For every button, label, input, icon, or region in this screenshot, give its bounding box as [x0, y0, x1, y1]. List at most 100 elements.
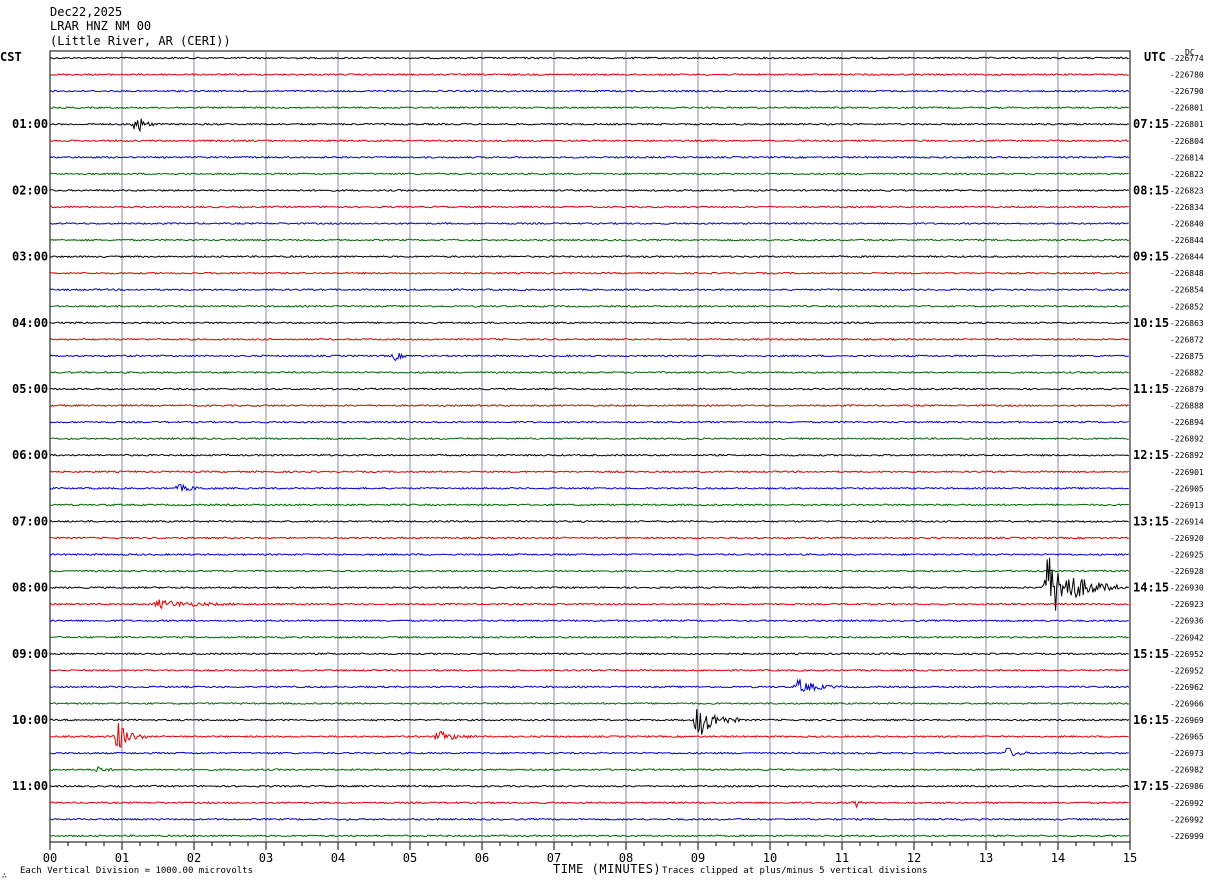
- dc-offset-label: -226822: [1170, 170, 1204, 179]
- trace-row: [49, 723, 1129, 748]
- dc-offset-label: -226999: [1170, 832, 1204, 841]
- dc-offset-label: -226965: [1170, 733, 1204, 742]
- right-hour-label: 16:15: [1133, 713, 1169, 727]
- dc-offset-label: -226844: [1170, 236, 1204, 245]
- x-tick-label: 09: [691, 851, 705, 865]
- x-tick-label: 13: [979, 851, 993, 865]
- trace-row: [49, 304, 1130, 308]
- x-tick-label: 14: [1051, 851, 1065, 865]
- trace-row: [49, 784, 1130, 788]
- dc-offset-label: -226966: [1170, 699, 1204, 708]
- trace-row: [49, 337, 1129, 341]
- trace-row: [49, 56, 1129, 60]
- dc-offset-label: -226936: [1170, 617, 1204, 626]
- clip-note: Traces clipped at plus/minus 5 vertical …: [662, 866, 928, 876]
- x-tick-label: 00: [43, 851, 57, 865]
- trace-row: [49, 619, 1129, 623]
- trace-row: [49, 678, 1130, 693]
- left-hour-label: 09:00: [12, 647, 48, 661]
- dc-offset-label: -226962: [1170, 683, 1204, 692]
- dc-offset-label: -226992: [1170, 815, 1204, 824]
- trace-row: [49, 557, 1129, 611]
- trace-row: [49, 221, 1129, 226]
- x-tick-label: 03: [259, 851, 273, 865]
- dc-offset-label: -226840: [1170, 220, 1204, 229]
- trace-row: [49, 370, 1129, 374]
- dc-offset-label: -226982: [1170, 766, 1204, 775]
- trace-row: [49, 139, 1129, 143]
- trace-row: [49, 747, 1129, 757]
- dc-offset-label: -226925: [1170, 551, 1204, 560]
- trace-row: [49, 503, 1129, 507]
- x-tick-label: 10: [763, 851, 777, 865]
- dc-offset-label: -226905: [1170, 484, 1204, 493]
- left-hour-label: 10:00: [12, 713, 48, 727]
- x-axis-label: TIME (MINUTES): [553, 862, 662, 876]
- dc-offset-label: -226804: [1170, 137, 1204, 146]
- dc-offset-label: -226854: [1170, 286, 1204, 295]
- x-tick-label: 11: [835, 851, 849, 865]
- trace-row: [49, 599, 1129, 610]
- trace-row: [49, 552, 1130, 557]
- dc-offset-label: -226844: [1170, 253, 1204, 262]
- dc-offset-label: -226894: [1170, 418, 1204, 427]
- dc-offset-label: -226834: [1170, 203, 1204, 212]
- trace-row: [49, 255, 1130, 259]
- x-tick-label: 01: [115, 851, 129, 865]
- dc-offset-label: -226892: [1170, 435, 1204, 444]
- dc-offset-label: -226930: [1170, 584, 1204, 593]
- dc-offset-label: -226952: [1170, 650, 1204, 659]
- dc-offset-label: -226920: [1170, 534, 1204, 543]
- trace-row: [49, 766, 1130, 773]
- right-hour-label: 17:15: [1133, 779, 1169, 793]
- trace-row: [49, 205, 1129, 209]
- trace-row: [49, 635, 1129, 639]
- trace-row: [49, 321, 1129, 325]
- left-hour-label: 05:00: [12, 382, 48, 396]
- trace-row: [49, 800, 1129, 809]
- helicorder-plot: 00 01 02 03 04 05 06 07 08 09 10 11 12 13 14 1501:0002:…: [12, 50, 1204, 865]
- dc-offset-label: -226801: [1170, 104, 1204, 113]
- trace-row: [49, 271, 1129, 275]
- right-hour-label: 14:15: [1133, 581, 1169, 595]
- left-hour-label: 04:00: [12, 316, 48, 330]
- dc-offset-label: -226913: [1170, 501, 1204, 510]
- dc-offset-label: -226774: [1170, 54, 1204, 63]
- dc-offset-label: -226852: [1170, 302, 1204, 311]
- left-hour-label: 07:00: [12, 514, 48, 528]
- dc-offset-label: -226814: [1170, 153, 1204, 162]
- trace-row: [49, 437, 1129, 441]
- dc-offset-label: -226823: [1170, 186, 1204, 195]
- trace-row: [49, 420, 1129, 424]
- right-hour-label: 10:15: [1133, 316, 1169, 330]
- trace-row: [49, 817, 1130, 821]
- dc-offset-label: -226923: [1170, 600, 1204, 609]
- trace-row: [49, 188, 1130, 192]
- dc-offset-label: -226882: [1170, 368, 1204, 377]
- right-hour-label: 08:15: [1133, 183, 1169, 197]
- trace-row: [49, 483, 1129, 492]
- left-hour-label: 08:00: [12, 581, 48, 595]
- dc-offset-label: -226992: [1170, 799, 1204, 808]
- trace-row: [49, 172, 1129, 176]
- x-tick-label: 02: [187, 851, 201, 865]
- trace-row: [49, 519, 1130, 523]
- plot-frame: [49, 50, 1131, 843]
- dc-offset-label: -226863: [1170, 319, 1204, 328]
- dc-offset-label: -226901: [1170, 468, 1204, 477]
- dc-offset-label: -226790: [1170, 87, 1204, 96]
- left-hour-label: 02:00: [12, 183, 48, 197]
- dc-offset-label: -226914: [1170, 517, 1204, 526]
- trace-row: [49, 569, 1130, 573]
- dc-offset-label: -226848: [1170, 269, 1204, 278]
- trace-row: [49, 352, 1129, 362]
- left-hour-label: 01:00: [12, 117, 48, 131]
- trace-row: [49, 470, 1129, 474]
- left-hour-label: 11:00: [12, 779, 48, 793]
- corner-mark: ∴: [2, 871, 7, 880]
- x-tick-label: 12: [907, 851, 921, 865]
- trace-row: [49, 89, 1130, 93]
- right-hour-label: 09:15: [1133, 250, 1169, 264]
- left-hour-label: 06:00: [12, 448, 48, 462]
- trace-row: [49, 238, 1129, 242]
